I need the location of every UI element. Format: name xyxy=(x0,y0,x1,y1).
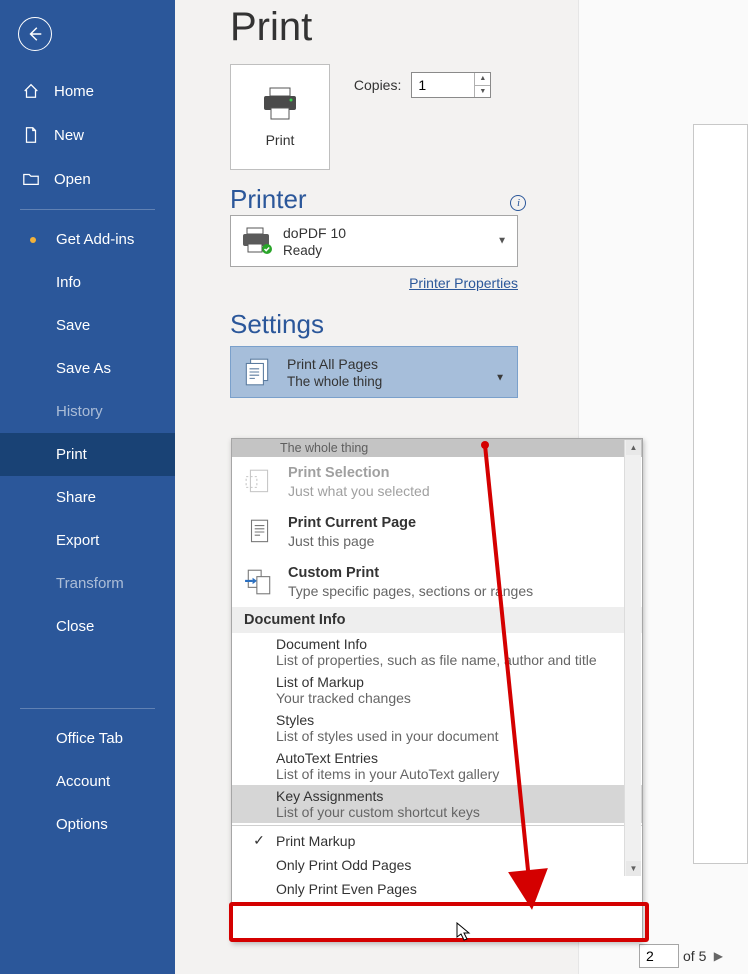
printer-heading: Printer xyxy=(230,184,307,214)
nav-label: Info xyxy=(56,274,81,291)
nav-label: Save xyxy=(56,317,90,334)
nav-label: Print xyxy=(56,446,87,463)
copies-label: Copies: xyxy=(354,77,401,93)
nav-label: Export xyxy=(56,532,99,549)
printer-ready-icon xyxy=(241,227,273,255)
nav-label: Home xyxy=(54,83,94,100)
nav-label: Account xyxy=(56,773,110,790)
single-page-icon xyxy=(244,517,274,547)
nav-label: Transform xyxy=(56,575,124,592)
nav-label: Save As xyxy=(56,360,111,377)
dropdown-styles[interactable]: Styles List of styles used in your docum… xyxy=(232,709,642,747)
nav-label: Share xyxy=(56,489,96,506)
dropdown-item-sub: Type specific pages, sections or ranges xyxy=(288,583,533,599)
nav-open[interactable]: Open xyxy=(0,157,175,201)
nav-new[interactable]: New xyxy=(0,113,175,157)
dropdown-item-sub: Just this page xyxy=(288,533,416,549)
dropdown-docinfo-header: Document Info xyxy=(232,607,642,633)
nav-options[interactable]: Options xyxy=(0,803,175,846)
dropdown-print-markup[interactable]: ✓ Print Markup xyxy=(232,828,642,853)
print-button[interactable]: Print xyxy=(230,64,330,170)
nav-account[interactable]: Account xyxy=(0,760,175,803)
dropdown-item-cut[interactable]: The whole thing xyxy=(232,439,642,457)
printer-status: Ready xyxy=(283,243,346,258)
nav-info[interactable]: Info xyxy=(0,261,175,304)
preview-sheet xyxy=(693,124,748,864)
printer-name: doPDF 10 xyxy=(283,225,346,241)
nav-get-addins[interactable]: Get Add-ins xyxy=(0,218,175,261)
page-select-icon xyxy=(244,467,274,497)
chevron-down-icon: ▼ xyxy=(497,236,507,247)
range-subtitle: The whole thing xyxy=(287,374,382,389)
nav-share[interactable]: Share xyxy=(0,476,175,519)
copies-spin-down[interactable]: ▼ xyxy=(475,86,490,98)
dropdown-docinfo[interactable]: Document Info List of properties, such a… xyxy=(232,633,642,671)
dropdown-autotext[interactable]: AutoText Entries List of items in your A… xyxy=(232,747,642,785)
printer-icon xyxy=(260,86,300,122)
nav-label: Options xyxy=(56,816,108,833)
dropdown-custom-print[interactable]: Custom Print Type specific pages, sectio… xyxy=(232,557,642,607)
nav-label: Office Tab xyxy=(56,730,123,747)
nav-label: History xyxy=(56,403,103,420)
nav-save[interactable]: Save xyxy=(0,304,175,347)
addins-bullet-icon xyxy=(30,237,36,243)
nav-home[interactable]: Home xyxy=(0,69,175,113)
dropdown-list-markup[interactable]: List of Markup Your tracked changes xyxy=(232,671,642,709)
page-next-button[interactable]: ▶ xyxy=(710,945,726,967)
nav-label: Open xyxy=(54,171,91,188)
nav-history[interactable]: History xyxy=(0,390,175,433)
new-doc-icon xyxy=(22,126,40,144)
print-range-dropdown: The whole thing Print Selection Just wha… xyxy=(231,438,643,942)
page-number-input[interactable] xyxy=(639,944,679,968)
dropdown-separator xyxy=(232,825,642,826)
print-button-label: Print xyxy=(266,132,295,148)
pages-stack-icon xyxy=(241,356,273,388)
range-title: Print All Pages xyxy=(287,356,382,372)
print-range-selector[interactable]: Print All Pages The whole thing ▼ xyxy=(230,346,518,398)
back-button[interactable] xyxy=(18,17,52,51)
page-total: of 5 xyxy=(683,948,706,964)
custom-pages-icon xyxy=(244,567,274,597)
nav-label: Close xyxy=(56,618,94,635)
dropdown-odd-pages[interactable]: Only Print Odd Pages xyxy=(232,853,642,877)
nav-print[interactable]: Print xyxy=(0,433,175,476)
home-icon xyxy=(22,82,40,100)
nav-separator xyxy=(20,708,155,709)
dropdown-item-title: Custom Print xyxy=(288,565,533,581)
dropdown-print-selection: Print Selection Just what you selected xyxy=(232,457,642,507)
scroll-down-icon[interactable]: ▼ xyxy=(626,861,641,876)
back-arrow-icon xyxy=(26,25,44,43)
nav-close[interactable]: Close xyxy=(0,605,175,648)
dropdown-even-pages[interactable]: Only Print Even Pages xyxy=(232,877,642,901)
copies-input[interactable] xyxy=(412,75,470,95)
printer-properties-link[interactable]: Printer Properties xyxy=(230,275,518,291)
printer-selector[interactable]: doPDF 10 Ready ▼ xyxy=(230,215,518,267)
copies-spinbox[interactable]: ▲ ▼ xyxy=(411,72,491,98)
nav-transform[interactable]: Transform xyxy=(0,562,175,605)
backstage-sidebar: Home New Open Get Add-ins Info Save Save… xyxy=(0,0,175,974)
dropdown-item-title: Print Selection xyxy=(288,465,430,481)
dropdown-item-sub: Just what you selected xyxy=(288,483,430,499)
dropdown-print-current[interactable]: Print Current Page Just this page xyxy=(232,507,642,557)
page-navigator: of 5 ▶ xyxy=(639,944,726,968)
scroll-up-icon[interactable]: ▲ xyxy=(626,440,641,455)
dropdown-item-title: Print Current Page xyxy=(288,515,416,531)
open-folder-icon xyxy=(22,170,40,188)
chevron-down-icon: ▼ xyxy=(495,373,505,384)
nav-separator xyxy=(20,209,155,210)
nav-save-as[interactable]: Save As xyxy=(0,347,175,390)
nav-export[interactable]: Export xyxy=(0,519,175,562)
check-icon: ✓ xyxy=(250,832,268,849)
info-icon[interactable]: i xyxy=(510,195,526,211)
dropdown-scrollbar[interactable]: ▲ ▼ xyxy=(624,440,641,876)
nav-label: New xyxy=(54,127,84,144)
nav-office-tab[interactable]: Office Tab xyxy=(0,717,175,760)
copies-spin-up[interactable]: ▲ xyxy=(475,73,490,86)
dropdown-key-assign[interactable]: Key Assignments List of your custom shor… xyxy=(232,785,642,823)
nav-label: Get Add-ins xyxy=(56,231,134,248)
